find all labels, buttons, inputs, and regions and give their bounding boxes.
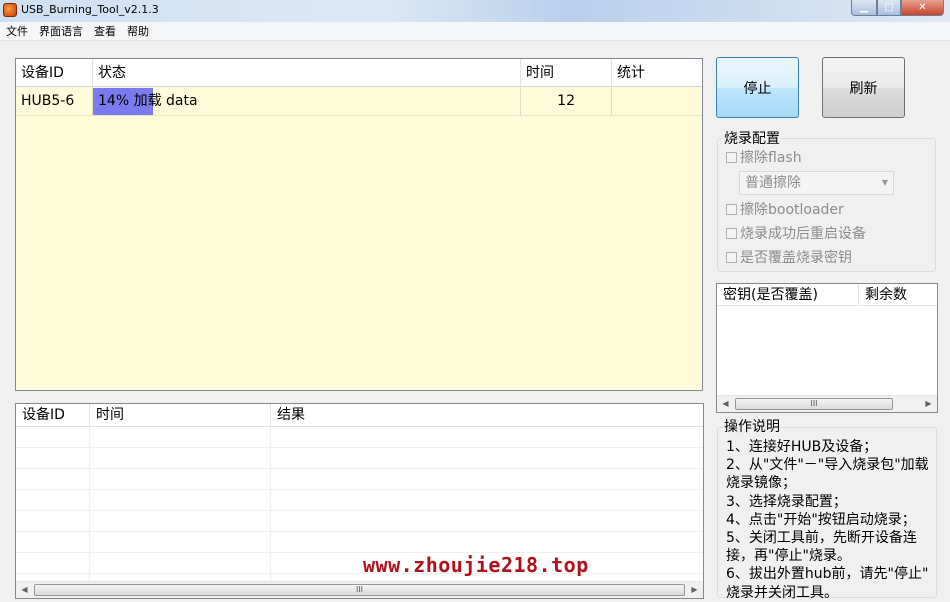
menu-file[interactable]: 文件 [6,23,28,39]
erase-flash-label: 擦除flash [740,150,802,166]
instruction-line: 6、拔出外置hub前，请先"停止" [726,566,929,583]
chevron-down-icon: ▼ [881,178,888,187]
app-icon [3,3,17,17]
grid-line [16,468,703,469]
device-id-cell: HUB5-6 [16,87,93,115]
key-table[interactable]: 密钥(是否覆盖) 剩余数 ◀ III ▶ [716,283,938,413]
column-remaining[interactable]: 剩余数 [859,284,937,306]
instruction-line: 3、选择烧录配置； [726,493,847,510]
grid-line [270,427,271,583]
refresh-button[interactable]: 刷新 [822,57,905,118]
column-device-id[interactable]: 设备ID [16,59,93,87]
scroll-right-icon[interactable]: ▶ [920,396,937,412]
grid-line [16,573,703,574]
device-table[interactable]: 设备ID 状态 时间 统计 HUB5-6 14% 加载 data 12 [15,58,703,391]
overwrite-key-label: 是否覆盖烧录密钥 [740,250,852,266]
results-table[interactable]: 设备ID 时间 结果 ◀ III ▶ [15,403,704,599]
grid-line [89,427,90,583]
erase-bootloader-checkbox[interactable]: 擦除bootloader [726,200,844,218]
scroll-left-icon[interactable]: ◀ [717,396,734,412]
erase-mode-select[interactable]: 普通擦除 ▼ [739,171,894,195]
time-cell: 12 [521,87,612,115]
watermark: www.zhoujie218.top [363,553,589,577]
grid-line [16,447,703,448]
stats-cell [612,87,702,115]
column-stats[interactable]: 统计 [612,59,702,87]
horizontal-scrollbar[interactable]: ◀ III ▶ [16,581,703,598]
menu-language[interactable]: 界面语言 [39,23,83,39]
instruction-line: 接，再"停止"烧录。 [726,548,851,565]
minimize-button[interactable]: ▁ [851,0,877,16]
results-grid [16,427,703,583]
window-title: USB_Burning_Tool_v2.1.3 [21,3,159,16]
column-device-id[interactable]: 设备ID [16,404,90,427]
grid-line [16,531,703,532]
checkbox-box [726,227,737,239]
menu-view[interactable]: 查看 [94,23,116,39]
scrollbar-thumb[interactable]: III [34,584,685,596]
results-table-header: 设备ID 时间 结果 [16,404,703,427]
horizontal-scrollbar[interactable]: ◀ III ▶ [717,395,937,412]
reboot-after-checkbox[interactable]: 烧录成功后重启设备 [726,224,866,242]
column-status[interactable]: 状态 [93,59,521,87]
maximize-button[interactable]: □ [877,0,901,16]
scrollbar-thumb[interactable]: III [735,398,893,410]
window-controls: ▁ □ ✕ [851,0,944,16]
erase-flash-checkbox[interactable]: 擦除flash [726,148,802,166]
scroll-right-icon[interactable]: ▶ [686,582,703,598]
burn-config-title: 烧录配置 [723,128,781,148]
reboot-after-label: 烧录成功后重启设备 [740,226,866,242]
table-row[interactable]: HUB5-6 14% 加载 data 12 [16,87,702,116]
overwrite-key-checkbox[interactable]: 是否覆盖烧录密钥 [726,248,852,266]
column-result[interactable]: 结果 [271,404,703,427]
grid-line [16,489,703,490]
column-key[interactable]: 密钥(是否覆盖) [717,284,859,306]
scroll-left-icon[interactable]: ◀ [16,582,33,598]
key-table-header: 密钥(是否覆盖) 剩余数 [717,284,937,306]
instruction-line: 5、关闭工具前，先断开设备连 [726,530,917,547]
device-table-header: 设备ID 状态 时间 统计 [16,59,702,87]
grid-line [16,552,703,553]
instruction-line: 烧录镜像； [726,475,796,492]
stop-button[interactable]: 停止 [716,57,799,118]
instruction-line: 4、点击"开始"按钮启动烧录； [726,511,916,528]
checkbox-box [726,203,737,215]
checkbox-box [726,251,737,263]
close-button[interactable]: ✕ [901,0,944,16]
instruction-line: 1、连接好HUB及设备； [726,439,878,455]
column-time[interactable]: 时间 [521,59,612,87]
status-text: 14% 加载 data [98,93,198,109]
column-time[interactable]: 时间 [90,404,271,427]
erase-bootloader-label: 擦除bootloader [740,202,844,218]
menu-bar: 文件 界面语言 查看 帮助 [0,22,950,41]
grid-line [16,510,703,511]
instructions-text: 1、连接好HUB及设备； 2、从"文件"－"导入烧录包"加载 烧录镜像； 3、选… [726,438,938,602]
instruction-line: 烧录并关闭工具。 [726,584,838,601]
checkbox-box [726,151,737,163]
menu-help[interactable]: 帮助 [127,23,149,39]
instruction-line: 2、从"文件"－"导入烧录包"加载 [726,457,929,474]
erase-mode-value: 普通擦除 [745,175,801,191]
instructions-title: 操作说明 [723,416,781,436]
title-bar: USB_Burning_Tool_v2.1.3 ▁ □ ✕ [0,0,950,22]
